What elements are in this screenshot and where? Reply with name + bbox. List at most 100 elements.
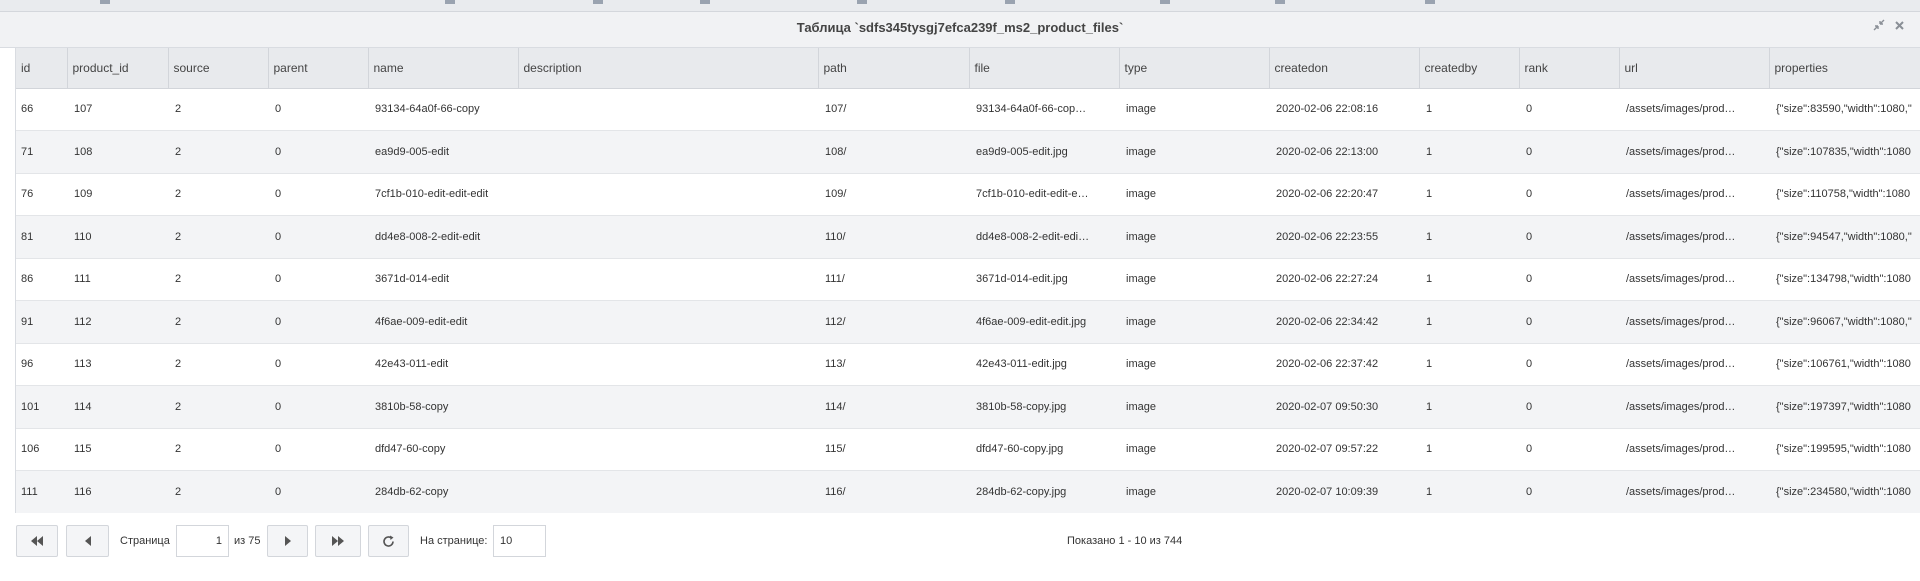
cell-type: image bbox=[1119, 470, 1269, 513]
next-page-button[interactable] bbox=[267, 525, 308, 557]
double-chevron-left-icon bbox=[31, 536, 43, 546]
cell-createdon: 2020-02-06 22:23:55 bbox=[1269, 215, 1419, 259]
column-header-id[interactable]: id bbox=[16, 48, 68, 89]
cell-name: 42e43-011-edit bbox=[368, 343, 518, 386]
cell-id: 71 bbox=[16, 130, 67, 174]
cell-rank: 0 bbox=[1519, 470, 1619, 513]
cell-file: 42e43-011-edit.jpg bbox=[969, 343, 1119, 386]
cell-rank: 0 bbox=[1519, 385, 1619, 429]
table-row[interactable]: 86 111 2 0 3671d-014-edit 111/3671d-014-edit.… bbox=[16, 258, 1920, 301]
table-row[interactable]: 106 115 2 0 dfd47-60-copy 115/dfd47-60-copy.j… bbox=[16, 428, 1920, 471]
cell-description bbox=[518, 173, 818, 216]
table-body: 66 107 2 0 93134-64a0f-66-copy 107/93134-64a0… bbox=[16, 88, 1920, 513]
previous-page-button[interactable] bbox=[66, 525, 109, 557]
cell-createdby: 1 bbox=[1419, 470, 1519, 513]
table-row[interactable]: 71 108 2 0 ea9d9-005-edit 108/ea9d9-005-edit.… bbox=[16, 130, 1920, 174]
column-header-properties[interactable]: properties bbox=[1769, 48, 1920, 89]
column-header-type[interactable]: type bbox=[1119, 48, 1270, 89]
cell-createdby: 1 bbox=[1419, 258, 1519, 301]
table-row[interactable]: 96 113 2 0 42e43-011-edit 113/42e43-011-edit.… bbox=[16, 343, 1920, 386]
cell-createdby: 1 bbox=[1419, 428, 1519, 471]
column-header-parent[interactable]: parent bbox=[268, 48, 369, 89]
window-title: Таблица `sdfs345tysgj7efca239f_ms2_produ… bbox=[796, 20, 1124, 35]
cell-url: /assets/images/prod… bbox=[1619, 173, 1769, 216]
cell-id: 66 bbox=[16, 88, 67, 131]
cell-source: 2 bbox=[168, 173, 268, 216]
cell-name: 3810b-58-copy bbox=[368, 385, 518, 429]
cell-path: 111/ bbox=[818, 258, 969, 301]
table-row[interactable]: 101 114 2 0 3810b-58-copy 114/3810b-58-copy.j… bbox=[16, 385, 1920, 429]
cell-product_id: 115 bbox=[67, 428, 168, 471]
cell-parent: 0 bbox=[268, 130, 368, 174]
last-page-button[interactable] bbox=[315, 525, 361, 557]
double-chevron-right-icon bbox=[332, 536, 344, 546]
cell-source: 2 bbox=[168, 385, 268, 429]
records-info: Показано 1 - 10 из 744 bbox=[1067, 535, 1183, 547]
cell-source: 2 bbox=[168, 300, 268, 344]
cell-file: 3810b-58-copy.jpg bbox=[969, 385, 1119, 429]
column-header-path[interactable]: path bbox=[818, 48, 970, 89]
cell-createdon: 2020-02-06 22:34:42 bbox=[1269, 300, 1419, 344]
refresh-button[interactable] bbox=[368, 525, 409, 557]
cell-parent: 0 bbox=[268, 300, 368, 344]
triangle-left-icon bbox=[84, 536, 91, 546]
table-row[interactable]: 66 107 2 0 93134-64a0f-66-copy 107/93134-64a0… bbox=[16, 88, 1920, 131]
cell-createdby: 1 bbox=[1419, 130, 1519, 174]
collapse-icon[interactable] bbox=[1871, 19, 1887, 35]
cell-createdby: 1 bbox=[1419, 88, 1519, 131]
column-header-name[interactable]: name bbox=[368, 48, 519, 89]
column-header-file[interactable]: file bbox=[969, 48, 1120, 89]
cell-createdby: 1 bbox=[1419, 300, 1519, 344]
table-row[interactable]: 111 116 2 0 284db-62-copy 116/284db-62-copy.j… bbox=[16, 470, 1920, 513]
cell-description bbox=[518, 215, 818, 259]
triangle-right-icon bbox=[284, 536, 291, 546]
cell-source: 2 bbox=[168, 215, 268, 259]
cell-name: 284db-62-copy bbox=[368, 470, 518, 513]
cell-parent: 0 bbox=[268, 173, 368, 216]
cell-rank: 0 bbox=[1519, 215, 1619, 259]
table-row[interactable]: 91 112 2 0 4f6ae-009-edit-edit 112/4f6ae-009-… bbox=[16, 300, 1920, 344]
cell-product_id: 108 bbox=[67, 130, 168, 174]
cell-url: /assets/images/prod… bbox=[1619, 385, 1769, 429]
cell-product_id: 116 bbox=[67, 470, 168, 513]
cell-id: 111 bbox=[16, 470, 67, 513]
cell-name: ea9d9-005-edit bbox=[368, 130, 518, 174]
page-number-input[interactable] bbox=[176, 525, 229, 557]
cell-properties: {"size":106761,"width":1080 bbox=[1769, 343, 1920, 386]
first-page-button[interactable] bbox=[16, 525, 58, 557]
column-header-description[interactable]: description bbox=[518, 48, 819, 89]
table-row[interactable]: 76 109 2 0 7cf1b-010-edit-edit-edit 109/7cf1b… bbox=[16, 173, 1920, 216]
cell-createdon: 2020-02-06 22:27:24 bbox=[1269, 258, 1419, 301]
cell-url: /assets/images/prod… bbox=[1619, 88, 1769, 131]
per-page-input[interactable] bbox=[493, 525, 546, 557]
cell-path: 115/ bbox=[818, 428, 969, 471]
cell-rank: 0 bbox=[1519, 300, 1619, 344]
cell-id: 106 bbox=[16, 428, 67, 471]
column-header-createdby[interactable]: createdby bbox=[1419, 48, 1520, 89]
close-icon[interactable] bbox=[1891, 19, 1907, 35]
column-header-product_id[interactable]: product_id bbox=[67, 48, 169, 89]
cell-properties: {"size":96067,"width":1080," bbox=[1769, 300, 1920, 344]
table-row[interactable]: 81 110 2 0 dd4e8-008-2-edit-edit 110/dd4e8-00… bbox=[16, 215, 1920, 259]
cell-path: 108/ bbox=[818, 130, 969, 174]
cell-source: 2 bbox=[168, 343, 268, 386]
column-header-createdon[interactable]: createdon bbox=[1269, 48, 1420, 89]
cell-url: /assets/images/prod… bbox=[1619, 258, 1769, 301]
column-header-url[interactable]: url bbox=[1619, 48, 1770, 89]
column-header-rank[interactable]: rank bbox=[1519, 48, 1620, 89]
cell-properties: {"size":234580,"width":1080 bbox=[1769, 470, 1920, 513]
cell-product_id: 112 bbox=[67, 300, 168, 344]
cell-rank: 0 bbox=[1519, 173, 1619, 216]
cell-type: image bbox=[1119, 88, 1269, 131]
cell-createdby: 1 bbox=[1419, 343, 1519, 386]
pagination-toolbar: Страница из 75 На странице: Показано 1 -… bbox=[0, 513, 1920, 581]
cell-parent: 0 bbox=[268, 215, 368, 259]
cell-type: image bbox=[1119, 258, 1269, 301]
cell-path: 112/ bbox=[818, 300, 969, 344]
cell-id: 76 bbox=[16, 173, 67, 216]
cell-file: 284db-62-copy.jpg bbox=[969, 470, 1119, 513]
column-header-source[interactable]: source bbox=[168, 48, 269, 89]
cell-name: 93134-64a0f-66-copy bbox=[368, 88, 518, 131]
cell-name: 4f6ae-009-edit-edit bbox=[368, 300, 518, 344]
cell-file: 4f6ae-009-edit-edit.jpg bbox=[969, 300, 1119, 344]
